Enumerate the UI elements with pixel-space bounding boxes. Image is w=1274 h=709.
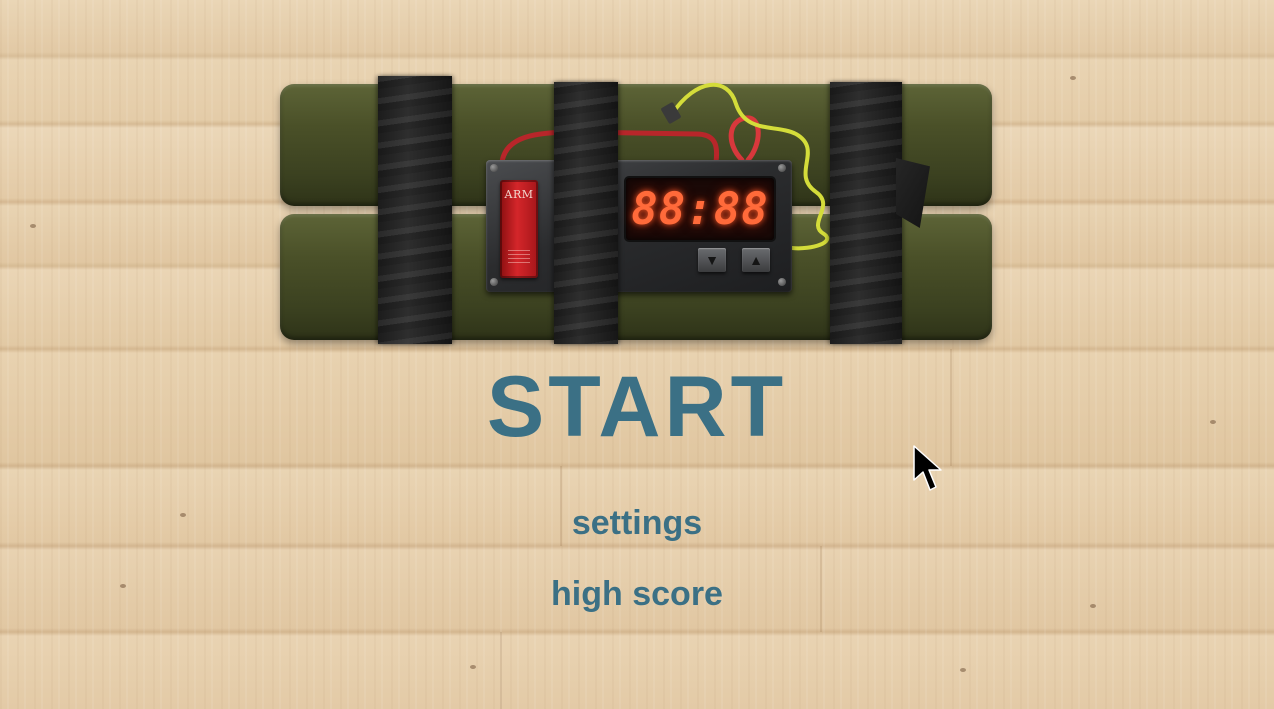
detonator-panel: ARM 88:88 ▼ ▲ bbox=[486, 160, 792, 292]
screw-icon bbox=[778, 278, 786, 286]
arm-label: ARM bbox=[504, 188, 534, 201]
wood-knot bbox=[960, 668, 966, 672]
timer-digits: 88:88 bbox=[631, 183, 769, 235]
wood-knot bbox=[30, 224, 36, 228]
wood-knot bbox=[470, 665, 476, 669]
duct-tape-strip bbox=[378, 76, 452, 344]
mouse-pointer-icon bbox=[913, 445, 942, 491]
bomb-illustration: ARM 88:88 ▼ ▲ bbox=[276, 74, 996, 346]
timer-down-button: ▼ bbox=[698, 248, 726, 272]
settings-button[interactable]: settings bbox=[0, 503, 1274, 543]
screw-icon bbox=[778, 164, 786, 172]
triangle-up-icon: ▲ bbox=[749, 252, 763, 268]
duct-tape-strip bbox=[554, 82, 618, 344]
arm-switch: ARM bbox=[500, 180, 538, 278]
timer-display: 88:88 bbox=[626, 178, 774, 240]
start-button[interactable]: START bbox=[0, 362, 1274, 452]
main-menu-screen: { "bomb": { "arm_label": "ARM", "timer_d… bbox=[0, 0, 1274, 709]
high-score-button[interactable]: high score bbox=[0, 574, 1274, 614]
timer-up-button: ▲ bbox=[742, 248, 770, 272]
wood-knot bbox=[1070, 76, 1076, 80]
screw-icon bbox=[490, 278, 498, 286]
screw-icon bbox=[490, 164, 498, 172]
arm-label-lines bbox=[508, 250, 530, 264]
duct-tape-strip bbox=[830, 82, 902, 344]
triangle-down-icon: ▼ bbox=[705, 252, 719, 268]
wood-seam bbox=[500, 632, 502, 709]
